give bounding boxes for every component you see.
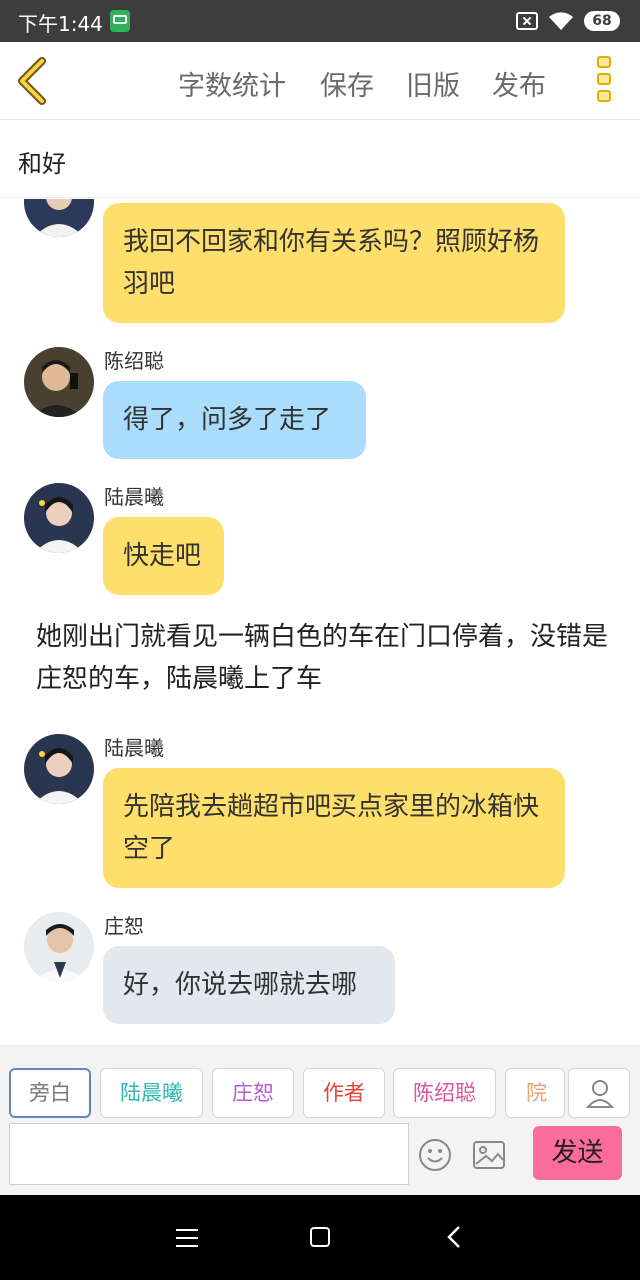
more-vertical-icon[interactable] [594, 56, 614, 108]
message-bubble: 好，你说去哪就去哪 [103, 946, 395, 1024]
send-button[interactable]: 发送 [533, 1126, 622, 1180]
message-bubble: 先陪我去趟超市吧买点家里的冰箱快空了 [103, 768, 565, 888]
avatar [24, 347, 94, 417]
sender-name: 庄恕 [104, 914, 144, 938]
smiley-icon[interactable] [418, 1138, 452, 1172]
avatar [24, 734, 94, 804]
role-chip[interactable]: 院长 [505, 1068, 565, 1118]
role-chip[interactable]: 庄恕 [212, 1068, 294, 1118]
chapter-title: 和好 [18, 150, 66, 178]
role-chip[interactable]: 陆晨曦 [100, 1068, 203, 1118]
avatar [24, 199, 94, 237]
home-icon[interactable] [310, 1227, 330, 1247]
status-bar: 下午1:44 68 [0, 0, 640, 42]
chapter-title-bar[interactable]: 和好 [0, 120, 640, 198]
nav-back-icon[interactable] [446, 1225, 462, 1249]
back-chevron-icon[interactable] [14, 57, 54, 105]
sender-name: 陆晨曦 [104, 485, 164, 509]
role-chip[interactable]: 作者 [303, 1068, 385, 1118]
wifi-icon [549, 12, 573, 30]
battery-indicator: 68 [584, 11, 620, 31]
message-input[interactable] [9, 1123, 409, 1185]
role-chip[interactable]: 旁白 [9, 1068, 91, 1118]
old-version-button[interactable]: 旧版 [406, 64, 460, 103]
message-bubble: 我回不回家和你有关系吗？照顾好杨羽吧 [103, 203, 565, 323]
message-bubble: 快走吧 [103, 517, 224, 595]
person-icon[interactable] [568, 1068, 630, 1118]
avatar [24, 912, 94, 982]
save-button[interactable]: 保存 [320, 64, 374, 103]
narration-text: 她刚出门就看见一辆白色的车在门口停着，没错是庄恕的车，陆晨曦上了车 [36, 622, 609, 694]
no-sim-icon [516, 12, 538, 30]
image-icon[interactable] [472, 1139, 506, 1171]
composer-panel: 旁白陆晨曦庄恕作者陈绍聪院长 发送 [0, 1045, 640, 1195]
message-bubble: 得了，问多了走了 [103, 381, 366, 459]
sender-name: 陆晨曦 [104, 736, 164, 760]
iqiyi-app-icon [110, 10, 130, 32]
word-count-button[interactable]: 字数统计 [178, 64, 286, 103]
role-chip[interactable]: 陈绍聪 [393, 1068, 496, 1118]
sender-name: 陈绍聪 [104, 349, 164, 373]
status-time: 下午1:44 [18, 12, 103, 36]
menu-icon[interactable] [176, 1229, 198, 1247]
system-navigation-bar [0, 1195, 640, 1280]
chat-area[interactable]: 我回不回家和你有关系吗？照顾好杨羽吧 陈绍聪 得了，问多了走了 陆晨曦 快走吧 … [0, 199, 640, 1045]
avatar [24, 483, 94, 553]
editor-toolbar: 字数统计 保存 旧版 发布 [0, 42, 640, 120]
publish-button[interactable]: 发布 [492, 64, 546, 103]
